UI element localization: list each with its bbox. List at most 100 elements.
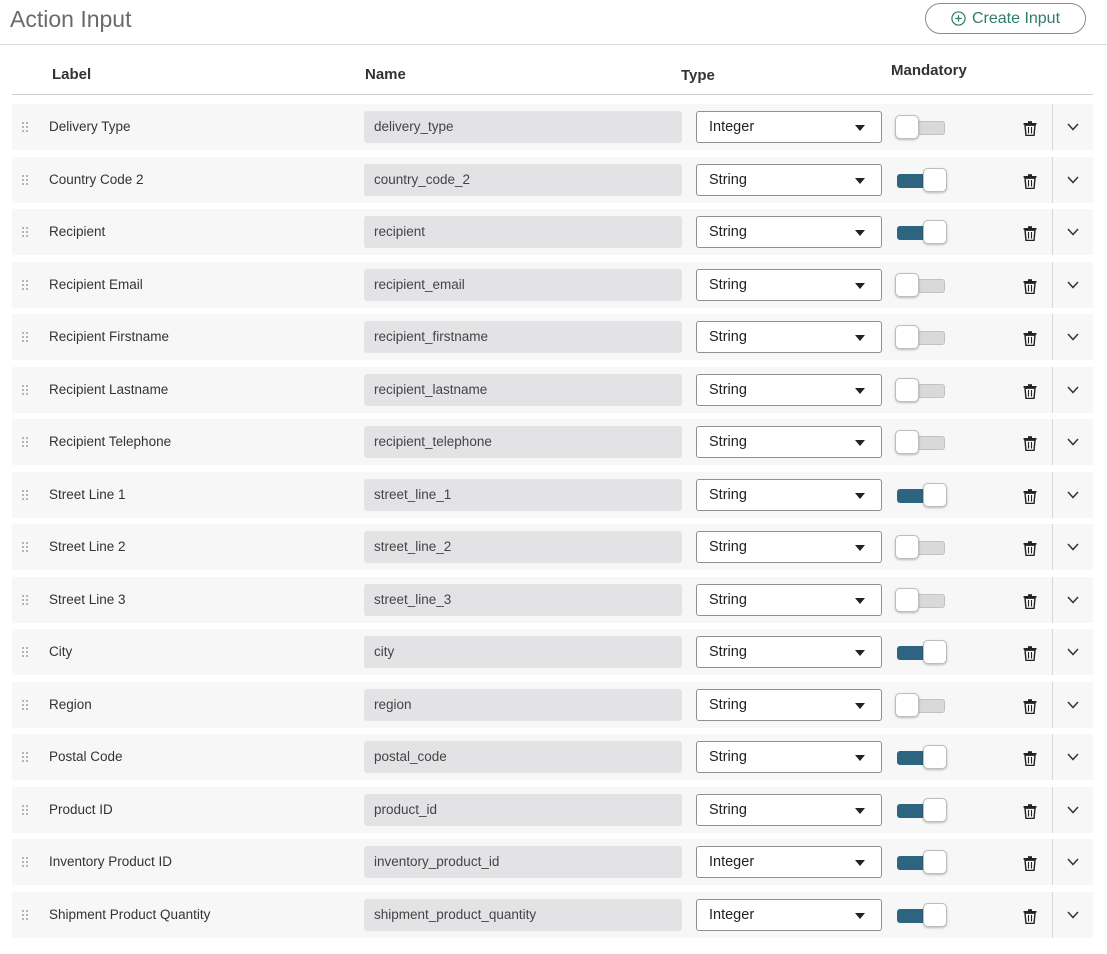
name-field[interactable]: inventory_product_id [364, 846, 682, 878]
type-select[interactable]: Integer [696, 899, 882, 931]
type-select[interactable]: String [696, 216, 882, 248]
mandatory-toggle[interactable] [895, 903, 947, 927]
name-field[interactable]: delivery_type [364, 111, 682, 143]
create-input-button[interactable]: Create Input [925, 3, 1086, 34]
mandatory-toggle[interactable] [895, 273, 947, 297]
trash-icon[interactable] [1023, 646, 1037, 661]
trash-icon[interactable] [1023, 331, 1037, 346]
type-select[interactable]: String [696, 794, 882, 826]
trash-icon[interactable] [1023, 856, 1037, 871]
chevron-down-icon[interactable] [1067, 438, 1079, 446]
name-field[interactable]: postal_code [364, 741, 682, 773]
trash-icon[interactable] [1023, 436, 1037, 451]
trash-icon[interactable] [1023, 226, 1037, 241]
trash-icon[interactable] [1023, 279, 1037, 294]
drag-handle-icon[interactable] [22, 595, 28, 605]
drag-handle-icon[interactable] [22, 542, 28, 552]
mandatory-toggle[interactable] [895, 325, 947, 349]
trash-icon[interactable] [1023, 804, 1037, 819]
chevron-down-icon[interactable] [1067, 176, 1079, 184]
caret-down-icon [855, 545, 865, 551]
mandatory-toggle[interactable] [895, 115, 947, 139]
chevron-down-icon[interactable] [1067, 543, 1079, 551]
trash-icon[interactable] [1023, 699, 1037, 714]
chevron-down-icon[interactable] [1067, 491, 1079, 499]
trash-icon[interactable] [1023, 541, 1037, 556]
name-field[interactable]: recipient_email [364, 269, 682, 301]
type-select[interactable]: Integer [696, 846, 882, 878]
name-field[interactable]: recipient [364, 216, 682, 248]
name-field[interactable]: region [364, 689, 682, 721]
name-field[interactable]: country_code_2 [364, 164, 682, 196]
drag-handle-icon[interactable] [22, 700, 28, 710]
drag-handle-icon[interactable] [22, 910, 28, 920]
type-select[interactable]: String [696, 426, 882, 458]
drag-handle-icon[interactable] [22, 227, 28, 237]
chevron-down-icon[interactable] [1067, 123, 1079, 131]
drag-handle-icon[interactable] [22, 332, 28, 342]
drag-handle-icon[interactable] [22, 122, 28, 132]
type-select[interactable]: String [696, 689, 882, 721]
mandatory-toggle[interactable] [895, 220, 947, 244]
chevron-down-icon[interactable] [1067, 596, 1079, 604]
drag-handle-icon[interactable] [22, 280, 28, 290]
mandatory-toggle[interactable] [895, 745, 947, 769]
drag-handle-icon[interactable] [22, 175, 28, 185]
chevron-down-icon[interactable] [1067, 806, 1079, 814]
trash-icon[interactable] [1023, 384, 1037, 399]
type-select[interactable]: String [696, 584, 882, 616]
name-field[interactable]: city [364, 636, 682, 668]
chevron-down-icon[interactable] [1067, 701, 1079, 709]
chevron-down-icon[interactable] [1067, 386, 1079, 394]
trash-icon[interactable] [1023, 909, 1037, 924]
drag-handle-icon[interactable] [22, 437, 28, 447]
type-select[interactable]: String [696, 741, 882, 773]
name-field[interactable]: shipment_product_quantity [364, 899, 682, 931]
mandatory-toggle[interactable] [895, 798, 947, 822]
chevron-down-icon[interactable] [1067, 648, 1079, 656]
mandatory-toggle[interactable] [895, 588, 947, 612]
name-field[interactable]: street_line_3 [364, 584, 682, 616]
drag-handle-icon[interactable] [22, 752, 28, 762]
toggle-knob [923, 640, 947, 664]
mandatory-toggle[interactable] [895, 640, 947, 664]
mandatory-toggle[interactable] [895, 430, 947, 454]
mandatory-toggle[interactable] [895, 850, 947, 874]
type-select[interactable]: String [696, 636, 882, 668]
type-select[interactable]: String [696, 479, 882, 511]
type-select[interactable]: String [696, 374, 882, 406]
drag-handle-icon[interactable] [22, 385, 28, 395]
drag-handle-icon[interactable] [22, 857, 28, 867]
trash-icon[interactable] [1023, 751, 1037, 766]
type-select[interactable]: String [696, 321, 882, 353]
chevron-down-icon[interactable] [1067, 858, 1079, 866]
input-row: Street Line 1 street_line_1 String [12, 472, 1093, 518]
type-select[interactable]: String [696, 269, 882, 301]
type-select[interactable]: Integer [696, 111, 882, 143]
mandatory-toggle[interactable] [895, 535, 947, 559]
mandatory-toggle[interactable] [895, 483, 947, 507]
drag-handle-icon[interactable] [22, 805, 28, 815]
trash-icon[interactable] [1023, 174, 1037, 189]
chevron-down-icon[interactable] [1067, 911, 1079, 919]
name-field[interactable]: recipient_telephone [364, 426, 682, 458]
trash-icon[interactable] [1023, 121, 1037, 136]
name-field[interactable]: street_line_1 [364, 479, 682, 511]
trash-icon[interactable] [1023, 489, 1037, 504]
mandatory-toggle[interactable] [895, 168, 947, 192]
chevron-down-icon[interactable] [1067, 228, 1079, 236]
drag-handle-icon[interactable] [22, 647, 28, 657]
name-field[interactable]: recipient_firstname [364, 321, 682, 353]
name-field[interactable]: recipient_lastname [364, 374, 682, 406]
name-field[interactable]: product_id [364, 794, 682, 826]
name-field[interactable]: street_line_2 [364, 531, 682, 563]
trash-icon[interactable] [1023, 594, 1037, 609]
mandatory-toggle[interactable] [895, 378, 947, 402]
mandatory-toggle[interactable] [895, 693, 947, 717]
drag-handle-icon[interactable] [22, 490, 28, 500]
type-select[interactable]: String [696, 164, 882, 196]
chevron-down-icon[interactable] [1067, 333, 1079, 341]
chevron-down-icon[interactable] [1067, 281, 1079, 289]
chevron-down-icon[interactable] [1067, 753, 1079, 761]
type-select[interactable]: String [696, 531, 882, 563]
